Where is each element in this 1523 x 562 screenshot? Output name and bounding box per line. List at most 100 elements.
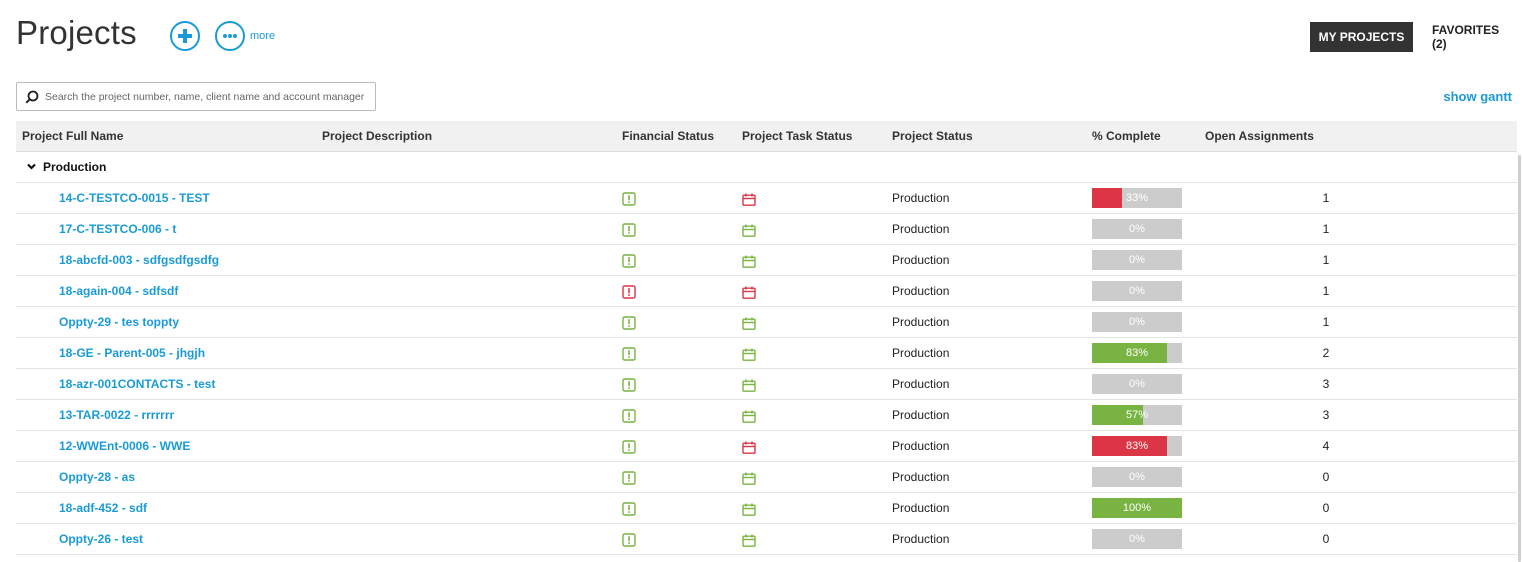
task-status-cell[interactable] [742, 184, 756, 214]
percent-complete-cell: 100% [1092, 493, 1182, 523]
table-row[interactable]: 18-adf-452 - sdf Production 100% 0 [16, 493, 1517, 524]
progress-label: 100% [1122, 502, 1152, 514]
project-status-cell: Production [892, 222, 950, 236]
project-name-link[interactable]: Oppty-28 - as [59, 470, 135, 484]
show-gantt-link[interactable]: show gantt [1443, 89, 1512, 104]
progress-label: 0% [1129, 471, 1145, 483]
financial-status-icon [622, 409, 636, 423]
progress-bar: 83% [1092, 436, 1182, 456]
financial-status-cell[interactable] [622, 215, 636, 245]
page-title: Projects [16, 14, 137, 51]
project-name-link[interactable]: 18-again-004 - sdfsdf [59, 284, 178, 298]
open-assignments-cell: 3 [1322, 408, 1330, 422]
group-row-production[interactable]: Production [16, 152, 1517, 183]
more-button[interactable] [215, 21, 245, 51]
table-row[interactable]: 18-GE - Parent-005 - jhgjh Production 83% 2 [16, 338, 1517, 369]
calendar-icon [742, 534, 756, 547]
task-status-cell[interactable] [742, 339, 756, 369]
table-row[interactable]: Oppty-29 - tes toppty Production 0% 1 [16, 307, 1517, 338]
progress-bar: 0% [1092, 374, 1182, 394]
table-row[interactable]: Oppty-26 - test Production 0% 0 [16, 524, 1517, 555]
col-header-status[interactable]: Project Status [892, 121, 973, 152]
search-box[interactable] [16, 82, 376, 111]
task-status-cell[interactable] [742, 308, 756, 338]
task-status-cell[interactable] [742, 401, 756, 431]
project-name-link[interactable]: 18-abcfd-003 - sdfgsdfgsdfg [59, 253, 219, 267]
task-status-cell[interactable] [742, 432, 756, 462]
col-header-description[interactable]: Project Description [322, 121, 432, 152]
project-name-link[interactable]: 17-C-TESTCO-006 - t [59, 222, 176, 236]
table-row[interactable]: Oppty-28 - as Production 0% 0 [16, 462, 1517, 493]
project-name-link[interactable]: 18-azr-001CONTACTS - test [59, 377, 215, 391]
financial-status-cell[interactable] [622, 246, 636, 276]
progress-bar: 83% [1092, 343, 1182, 363]
progress-label: 33% [1125, 192, 1149, 204]
table-row[interactable]: 14-C-TESTCO-0015 - TEST Production 33% 1 [16, 183, 1517, 214]
col-header-task[interactable]: Project Task Status [742, 121, 852, 152]
percent-complete-cell: 0% [1092, 369, 1182, 399]
chevron-down-icon [27, 163, 36, 170]
project-name-link[interactable]: 14-C-TESTCO-0015 - TEST [59, 191, 210, 205]
table-row[interactable]: 18-azr-001CONTACTS - test Production 0% 3 [16, 369, 1517, 400]
project-name-link[interactable]: 12-WWEnt-0006 - WWE [59, 439, 190, 453]
progress-bar: 0% [1092, 467, 1182, 487]
percent-complete-cell: 0% [1092, 245, 1182, 275]
table-row[interactable]: 18-abcfd-003 - sdfgsdfgsdfg Production 0% 1 [16, 245, 1517, 276]
project-name-link[interactable]: 18-GE - Parent-005 - jhgjh [59, 346, 205, 360]
project-name-link[interactable]: 18-adf-452 - sdf [59, 501, 147, 515]
search-icon [25, 90, 39, 104]
progress-bar: 0% [1092, 529, 1182, 549]
col-header-financial[interactable]: Financial Status [622, 121, 714, 152]
financial-status-cell[interactable] [622, 494, 636, 524]
project-name-cell: 17-C-TESTCO-006 - t [59, 214, 176, 244]
project-name-link[interactable]: Oppty-29 - tes toppty [59, 315, 179, 329]
table-row[interactable]: 18-again-004 - sdfsdf Production 0% 1 [16, 276, 1517, 307]
calendar-icon [742, 348, 756, 361]
financial-status-cell[interactable] [622, 463, 636, 493]
task-status-cell[interactable] [742, 370, 756, 400]
progress-bar: 57% [1092, 405, 1182, 425]
table-row[interactable]: 17-C-TESTCO-006 - t Production 0% 1 [16, 214, 1517, 245]
task-status-cell[interactable] [742, 494, 756, 524]
financial-status-cell[interactable] [622, 184, 636, 214]
calendar-icon [742, 472, 756, 485]
financial-status-icon [622, 378, 636, 392]
task-status-cell[interactable] [742, 525, 756, 555]
financial-status-cell[interactable] [622, 308, 636, 338]
financial-status-cell[interactable] [622, 525, 636, 555]
scrollbar[interactable] [1518, 155, 1521, 562]
financial-status-cell[interactable] [622, 370, 636, 400]
more-link[interactable]: more [250, 30, 275, 42]
financial-status-cell[interactable] [622, 277, 636, 307]
project-name-link[interactable]: Oppty-26 - test [59, 532, 143, 546]
financial-status-cell[interactable] [622, 339, 636, 369]
percent-complete-cell: 0% [1092, 276, 1182, 306]
col-header-open[interactable]: Open Assignments [1205, 121, 1314, 152]
open-assignments-cell: 0 [1322, 532, 1330, 546]
task-status-cell[interactable] [742, 215, 756, 245]
tab-my-projects[interactable]: MY PROJECTS [1310, 22, 1413, 52]
col-header-name[interactable]: Project Full Name [22, 121, 123, 152]
open-assignments-cell: 0 [1322, 501, 1330, 515]
task-status-cell[interactable] [742, 246, 756, 276]
project-name-link[interactable]: 13-TAR-0022 - rrrrrrr [59, 408, 174, 422]
percent-complete-cell: 0% [1092, 214, 1182, 244]
col-header-complete[interactable]: % Complete [1092, 121, 1161, 152]
open-assignments-cell: 3 [1322, 377, 1330, 391]
project-name-cell: 18-GE - Parent-005 - jhgjh [59, 338, 205, 368]
financial-status-icon [622, 223, 636, 237]
progress-bar: 0% [1092, 312, 1182, 332]
percent-complete-cell: 0% [1092, 307, 1182, 337]
add-project-button[interactable] [170, 21, 200, 51]
search-input[interactable] [45, 90, 375, 103]
task-status-cell[interactable] [742, 463, 756, 493]
financial-status-cell[interactable] [622, 401, 636, 431]
table-row[interactable]: 13-TAR-0022 - rrrrrrr Production 57% 3 [16, 400, 1517, 431]
task-status-cell[interactable] [742, 277, 756, 307]
tab-favorites[interactable]: FAVORITES (2) [1422, 22, 1523, 52]
project-name-cell: Oppty-28 - as [59, 462, 135, 492]
financial-status-cell[interactable] [622, 432, 636, 462]
table-row[interactable]: 12-WWEnt-0006 - WWE Production 83% 4 [16, 431, 1517, 462]
open-assignments-cell: 1 [1322, 284, 1330, 298]
financial-status-icon [622, 285, 636, 299]
